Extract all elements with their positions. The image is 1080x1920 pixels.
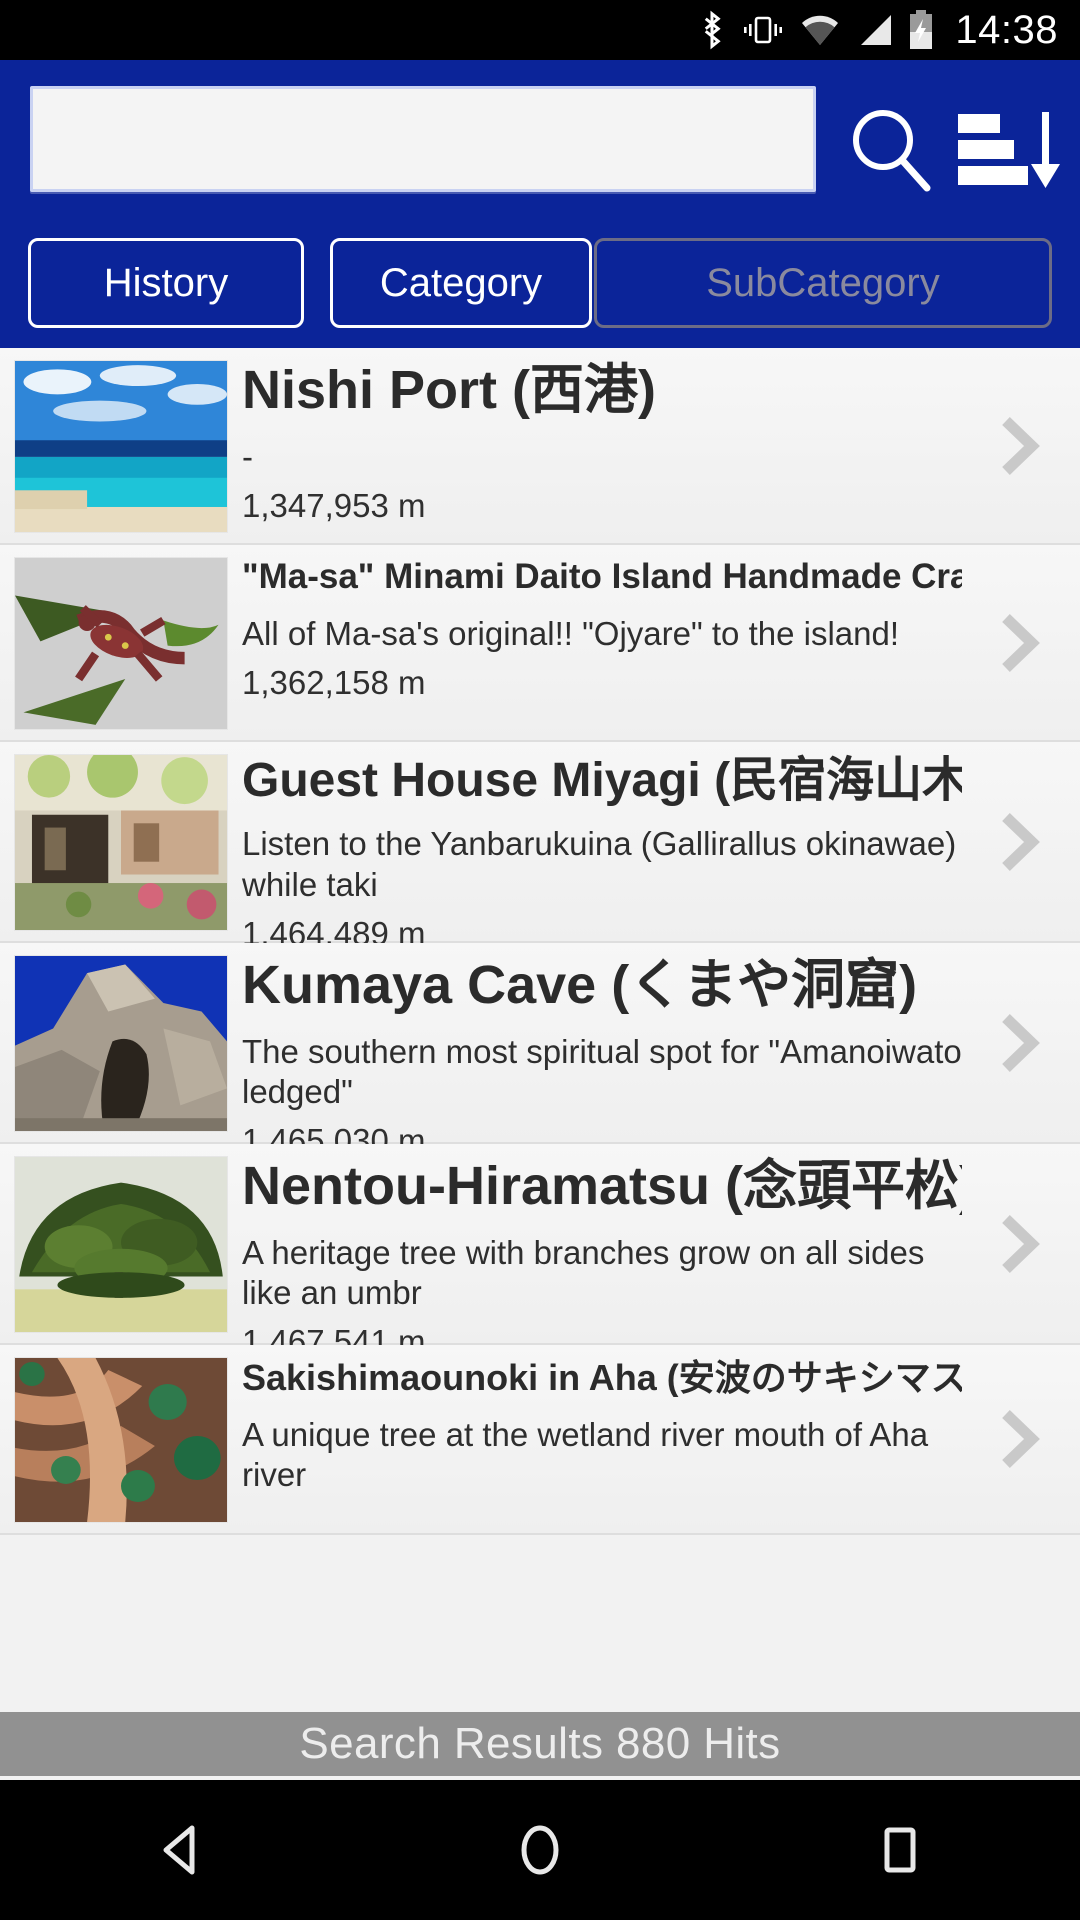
status-bar: 14:38 (0, 0, 1080, 60)
list-item[interactable]: "Ma-sa" Minami Daito Island Handmade Cra… (0, 545, 1080, 742)
heritage-tree-photo (15, 1157, 227, 1332)
search-results-list[interactable]: Nishi Port (西港) - 1,347,953 m "Ma-sa" Mi… (0, 348, 1080, 1780)
sort-descending-icon (958, 112, 1060, 188)
nav-recents-button[interactable] (820, 1780, 980, 1920)
list-item-distance: 1,347,953 m (242, 486, 426, 524)
list-item[interactable]: Sakishimaounoki in Aha (安波のサキシマスオウノキ) A … (0, 1345, 1080, 1535)
guesthouse-garden-photo (15, 755, 227, 930)
bluetooth-icon (697, 10, 727, 50)
list-item[interactable]: Nishi Port (西港) - 1,347,953 m (0, 348, 1080, 545)
list-item[interactable]: Guest House Miyagi (民宿海山木) Listen to the… (0, 742, 1080, 952)
search-row (0, 60, 1080, 218)
list-item-description: A unique tree at the wetland river mouth… (242, 1415, 929, 1494)
tab-row: History Category SubCategory (0, 230, 1080, 338)
tree-roots-photo (15, 1358, 227, 1522)
chevron-right-icon[interactable] (992, 807, 1048, 877)
chevron-right-icon[interactable] (992, 411, 1048, 481)
gecko-craft-photo (15, 558, 227, 729)
nav-back-button[interactable] (100, 1780, 260, 1920)
thumbnail (14, 754, 228, 931)
sort-button[interactable] (950, 100, 1066, 200)
android-navigation-bar (0, 1780, 1080, 1920)
thumbnail (14, 557, 228, 730)
status-bar-clock: 14:38 (955, 8, 1058, 52)
list-item-title: Nentou-Hiramatsu (念頭平松) (242, 1156, 962, 1215)
list-item-description: Listen to the Yanbarukuina (Gallirallus … (242, 825, 957, 903)
list-item[interactable]: Nentou-Hiramatsu (念頭平松) A heritage tree … (0, 1144, 1080, 1360)
search-input[interactable] (33, 89, 813, 189)
list-item-description: All of Ma-sa's original!! "Ojyare" to th… (242, 614, 900, 652)
tab-category-label: Category (379, 260, 543, 305)
chevron-right-icon[interactable] (992, 1209, 1048, 1279)
thumbnail (14, 360, 228, 533)
tab-history-label: History (103, 260, 229, 305)
toast-message: Search Results 880 Hits (0, 1712, 1080, 1776)
list-item-description: A heritage tree with branches grow on al… (242, 1233, 925, 1311)
recents-square-icon (884, 1827, 916, 1873)
list-item[interactable]: Kumaya Cave (くまや洞窟) The southern most sp… (0, 943, 1080, 1159)
list-item-description: - (242, 437, 253, 475)
app-screen: 14:38 History Category SubCategory Nishi… (0, 0, 1080, 1920)
list-item-title: Guest House Miyagi (民宿海山木) (242, 754, 962, 807)
home-circle-icon (521, 1825, 559, 1875)
wifi-icon (799, 13, 841, 47)
tab-history[interactable]: History (28, 238, 304, 328)
cellular-signal-icon (855, 13, 893, 47)
rock-cave-photo (15, 956, 227, 1131)
app-header: History Category SubCategory (0, 60, 1080, 348)
tab-subcategory-label: SubCategory (706, 260, 940, 305)
chevron-right-icon[interactable] (992, 1008, 1048, 1078)
list-item-title: Sakishimaounoki in Aha (安波のサキシマスオウノキ) (242, 1357, 962, 1397)
toast-text: Search Results 880 Hits (299, 1719, 781, 1768)
chevron-right-icon[interactable] (992, 608, 1048, 678)
ocean-pier-photo (15, 361, 227, 532)
search-button[interactable] (836, 100, 946, 200)
list-item-distance: 1,362,158 m (242, 664, 426, 701)
vibrate-icon (741, 13, 785, 47)
list-item-title: "Ma-sa" Minami Daito Island Handmade Cra… (242, 557, 962, 596)
list-item-title: Kumaya Cave (くまや洞窟) (242, 955, 918, 1014)
tab-subcategory: SubCategory (594, 238, 1052, 328)
battery-charging-icon (907, 10, 935, 50)
list-item-description: The southern most spiritual spot for "Am… (242, 1032, 962, 1110)
nav-home-button[interactable] (460, 1780, 620, 1920)
tab-category[interactable]: Category (330, 238, 592, 328)
back-triangle-icon (163, 1825, 195, 1875)
chevron-right-icon[interactable] (992, 1404, 1048, 1474)
thumbnail (14, 1357, 228, 1523)
search-input-wrapper[interactable] (30, 86, 816, 192)
list-item-title: Nishi Port (西港) (242, 360, 656, 419)
thumbnail (14, 955, 228, 1132)
search-icon (853, 110, 931, 192)
thumbnail (14, 1156, 228, 1333)
